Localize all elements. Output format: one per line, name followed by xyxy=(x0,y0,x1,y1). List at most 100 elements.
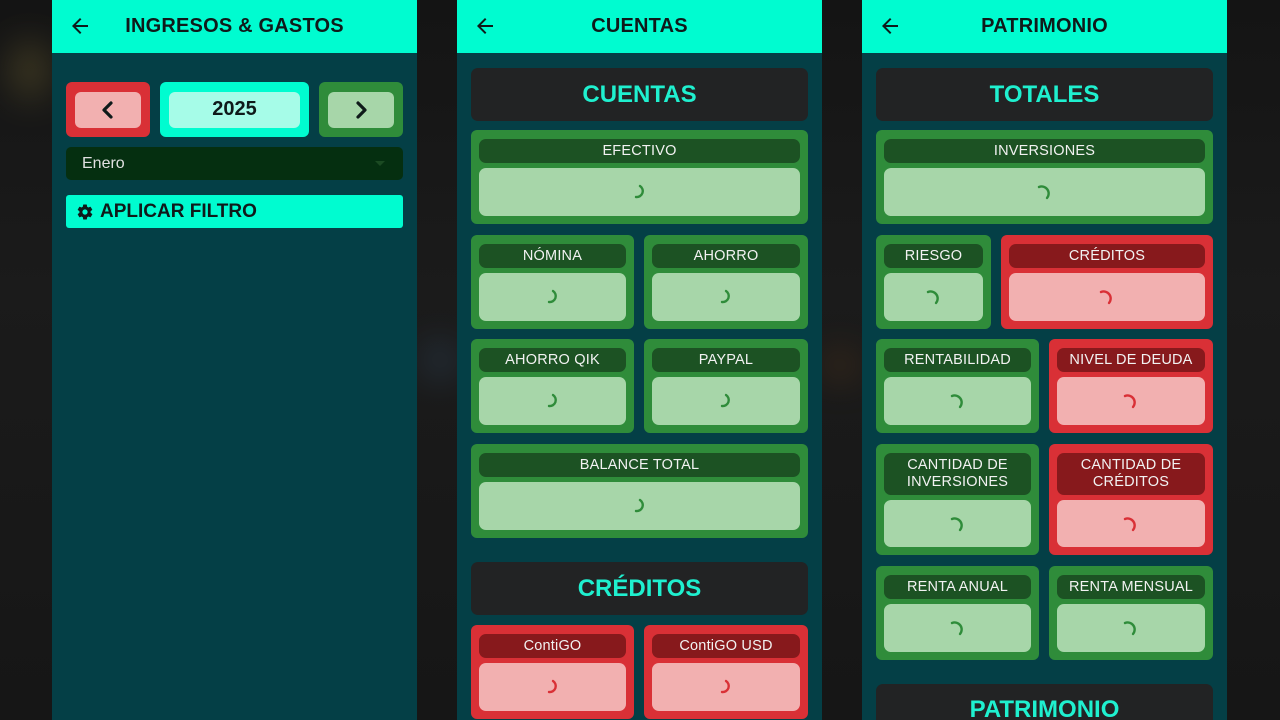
card-value xyxy=(884,273,983,321)
previous-year-button[interactable] xyxy=(66,82,150,137)
apply-filter-button[interactable]: APLICAR FILTRO xyxy=(66,195,403,228)
card-label: RENTA MENSUAL xyxy=(1057,575,1205,599)
page-title: CUENTAS xyxy=(591,15,688,37)
total-card-cantidad-de-inversiones[interactable]: CANTIDAD DE INVERSIONES xyxy=(876,444,1039,555)
card-label: CRÉDITOS xyxy=(1009,244,1205,268)
card-value xyxy=(479,663,626,711)
back-arrow-icon[interactable] xyxy=(473,14,497,38)
account-card-ahorro-qik[interactable]: AHORRO QIK xyxy=(471,339,634,433)
month-selected-value: Enero xyxy=(82,154,125,172)
card-label: CANTIDAD DE CRÉDITOS xyxy=(1057,453,1205,495)
card-label: AHORRO QIK xyxy=(479,348,626,372)
loading-spinner-icon xyxy=(950,394,963,409)
loading-spinner-icon xyxy=(720,289,730,304)
section-header-cuentas: CUENTAS xyxy=(471,68,808,121)
gear-icon xyxy=(77,203,93,220)
card-label: EFECTIVO xyxy=(479,139,800,163)
back-arrow-icon[interactable] xyxy=(68,14,92,38)
card-value xyxy=(479,273,626,321)
card-value xyxy=(652,377,800,425)
total-card-nivel-de-deuda[interactable]: NIVEL DE DEUDA xyxy=(1049,339,1213,433)
card-label: PAYPAL xyxy=(652,348,800,372)
back-arrow-icon[interactable] xyxy=(878,14,902,38)
card-value xyxy=(652,663,800,711)
app-bar: PATRIMONIO xyxy=(862,0,1227,53)
card-value xyxy=(1009,273,1205,321)
year-selector: 2025 xyxy=(66,82,403,137)
loading-spinner-icon xyxy=(1037,185,1050,200)
screen-patrimonio: PATRIMONIO TOTALES INVERSIONES RIESGO CR… xyxy=(862,0,1227,720)
section-header-totales: TOTALES xyxy=(876,68,1213,121)
next-year-button[interactable] xyxy=(319,82,403,137)
loading-spinner-icon xyxy=(547,393,557,408)
card-value xyxy=(479,482,800,530)
card-label: RENTABILIDAD xyxy=(884,348,1031,372)
card-value xyxy=(479,377,626,425)
loading-spinner-icon xyxy=(720,393,730,408)
screen-cuentas: CUENTAS CUENTAS EFECTIVO NÓMINA AHORRO A… xyxy=(457,0,822,720)
apply-filter-label: APLICAR FILTRO xyxy=(100,200,257,222)
caret-down-icon xyxy=(375,161,385,166)
page-title: INGRESOS & GASTOS xyxy=(125,15,344,37)
background-glow xyxy=(420,340,460,380)
card-label: NIVEL DE DEUDA xyxy=(1057,348,1205,372)
account-card-efectivo[interactable]: EFECTIVO xyxy=(471,130,808,224)
card-label: CANTIDAD DE INVERSIONES xyxy=(884,453,1031,495)
card-value xyxy=(652,273,800,321)
screen-ingresos-gastos: INGRESOS & GASTOS 2025 Enero APLICAR FIL… xyxy=(52,0,417,720)
loading-spinner-icon xyxy=(720,679,730,694)
account-card-nomina[interactable]: NÓMINA xyxy=(471,235,634,329)
background-glow xyxy=(820,350,860,380)
card-label: ContiGO xyxy=(479,634,626,658)
card-value xyxy=(884,604,1031,652)
chevron-left-icon xyxy=(102,100,113,119)
loading-spinner-icon xyxy=(1123,394,1136,409)
total-card-renta-mensual[interactable]: RENTA MENSUAL xyxy=(1049,566,1213,660)
loading-spinner-icon xyxy=(634,184,644,199)
page-title: PATRIMONIO xyxy=(981,15,1108,37)
card-label: AHORRO xyxy=(652,244,800,268)
chevron-right-icon xyxy=(356,100,367,119)
loading-spinner-icon xyxy=(547,289,557,304)
month-dropdown[interactable]: Enero xyxy=(66,147,403,180)
card-label: BALANCE TOTAL xyxy=(479,453,800,477)
loading-spinner-icon xyxy=(950,621,963,636)
account-card-paypal[interactable]: PAYPAL xyxy=(644,339,808,433)
card-label: NÓMINA xyxy=(479,244,626,268)
total-card-cantidad-de-creditos[interactable]: CANTIDAD DE CRÉDITOS xyxy=(1049,444,1213,555)
section-header-creditos: CRÉDITOS xyxy=(471,562,808,615)
card-value xyxy=(479,168,800,216)
card-label: INVERSIONES xyxy=(884,139,1205,163)
loading-spinner-icon xyxy=(547,679,557,694)
loading-spinner-icon xyxy=(926,290,939,305)
year-value: 2025 xyxy=(169,91,300,128)
credit-card-contigo[interactable]: ContiGO xyxy=(471,625,634,719)
credit-card-contigo-usd[interactable]: ContiGO USD xyxy=(644,625,808,719)
card-value xyxy=(1057,604,1205,652)
total-card-riesgo[interactable]: RIESGO xyxy=(876,235,991,329)
card-value xyxy=(884,377,1031,425)
card-label: ContiGO USD xyxy=(652,634,800,658)
card-value xyxy=(884,500,1031,547)
card-label: RENTA ANUAL xyxy=(884,575,1031,599)
app-bar: INGRESOS & GASTOS xyxy=(52,0,417,53)
loading-spinner-icon xyxy=(1123,621,1136,636)
loading-spinner-icon xyxy=(950,516,963,531)
loading-spinner-icon xyxy=(1123,516,1136,531)
total-card-rentabilidad[interactable]: RENTABILIDAD xyxy=(876,339,1039,433)
section-header-patrimonio: PATRIMONIO xyxy=(876,684,1213,720)
total-card-renta-anual[interactable]: RENTA ANUAL xyxy=(876,566,1039,660)
account-card-balance-total[interactable]: BALANCE TOTAL xyxy=(471,444,808,538)
background-glow xyxy=(10,40,50,100)
year-display: 2025 xyxy=(160,82,309,137)
card-label: RIESGO xyxy=(884,244,983,268)
app-bar: CUENTAS xyxy=(457,0,822,53)
total-card-inversiones[interactable]: INVERSIONES xyxy=(876,130,1213,224)
total-card-creditos[interactable]: CRÉDITOS xyxy=(1001,235,1213,329)
loading-spinner-icon xyxy=(634,498,644,513)
card-value xyxy=(1057,377,1205,425)
card-value xyxy=(1057,500,1205,547)
loading-spinner-icon xyxy=(1099,290,1112,305)
account-card-ahorro[interactable]: AHORRO xyxy=(644,235,808,329)
card-value xyxy=(884,168,1205,216)
